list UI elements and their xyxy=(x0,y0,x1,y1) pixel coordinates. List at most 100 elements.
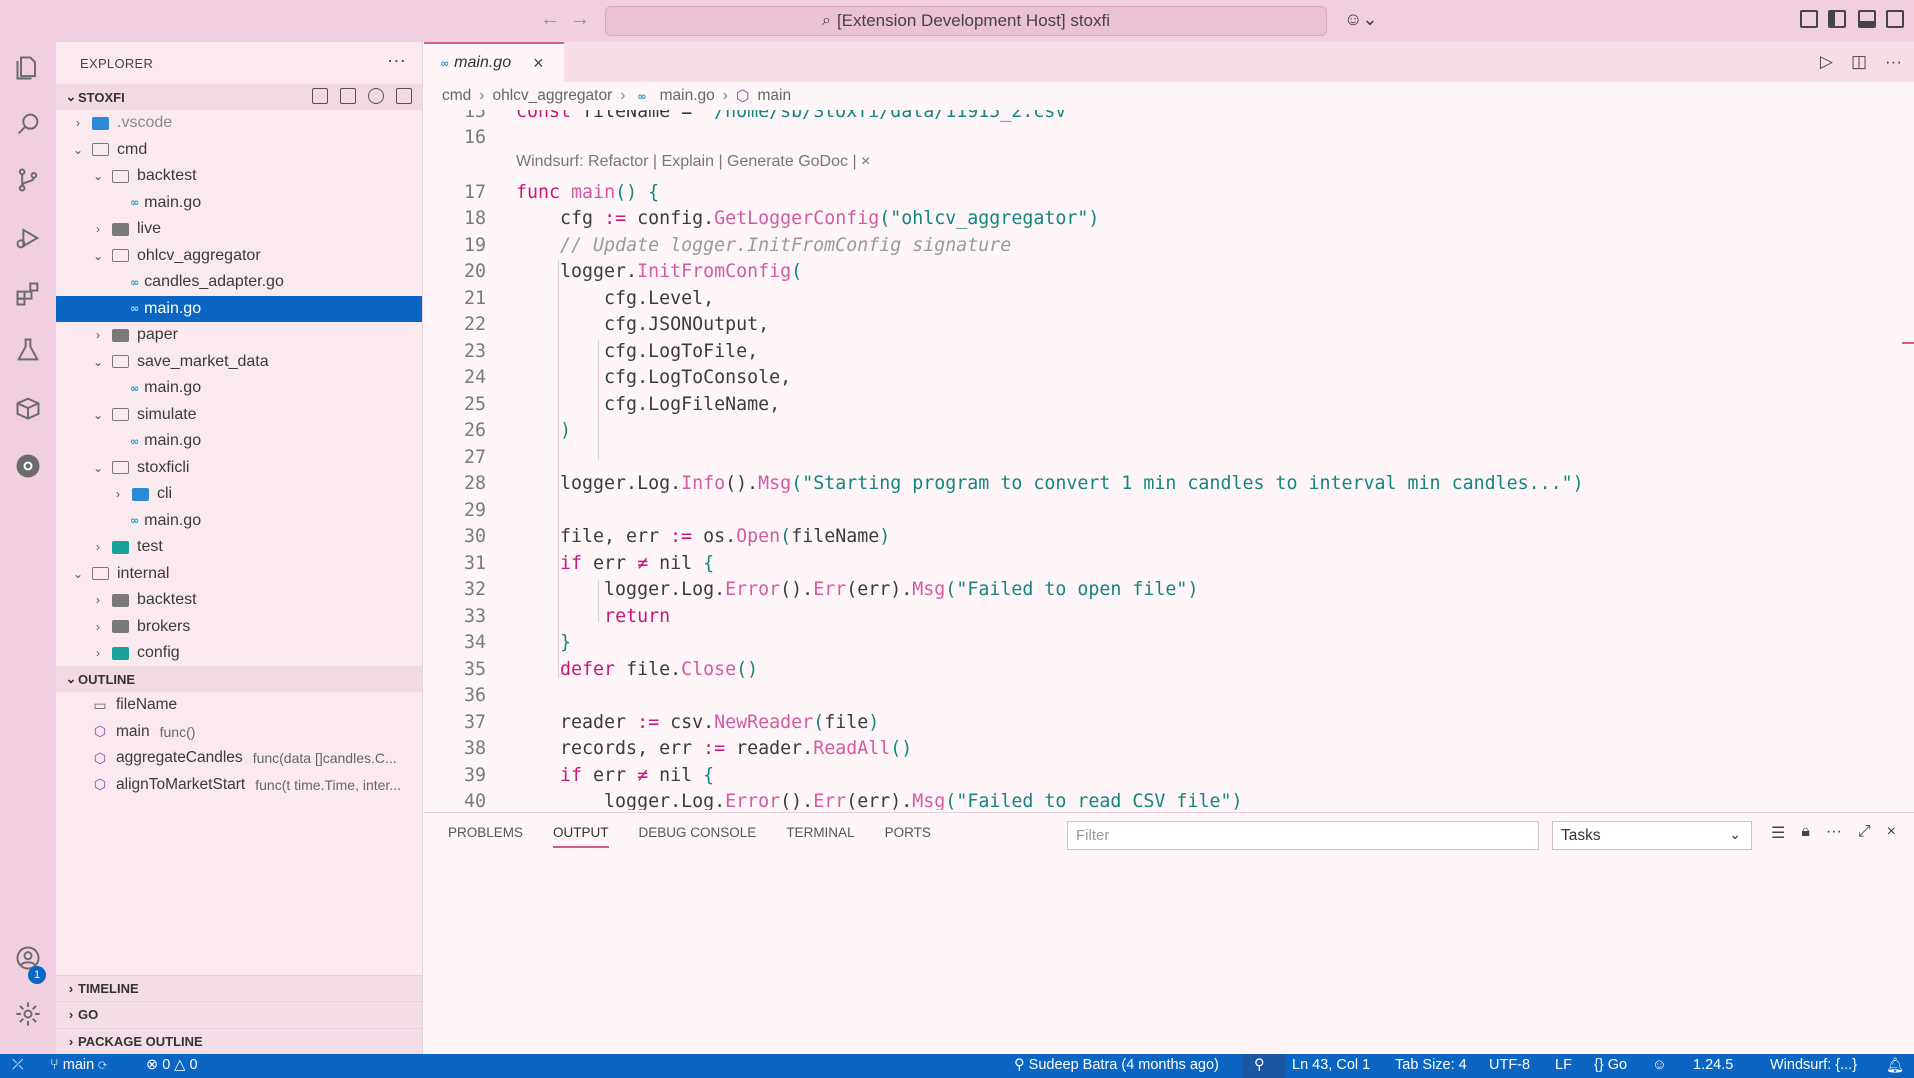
tab-main-go[interactable]: ∞ main.go × xyxy=(424,42,564,82)
search-icon[interactable] xyxy=(12,108,44,140)
split-editor-icon[interactable]: ◫ xyxy=(1851,52,1867,72)
folder-item[interactable]: › config xyxy=(56,640,422,666)
line-number: 19 xyxy=(463,234,486,256)
back-arrow-icon[interactable]: ← xyxy=(540,8,560,31)
go-version[interactable]: 1.24.5 xyxy=(1693,1057,1733,1073)
collapsed-section-header[interactable]: › PACKAGE OUTLINE xyxy=(56,1027,422,1054)
cursor-position[interactable]: Ln 43, Col 1 xyxy=(1292,1057,1370,1073)
clear-output-icon[interactable]: ☰ xyxy=(1771,823,1785,843)
line-number: 21 xyxy=(463,287,486,309)
folder-item[interactable]: › cli xyxy=(56,481,422,508)
lock-scroll-icon[interactable]: 🔒︎ xyxy=(1801,823,1810,843)
more-actions-icon[interactable]: ··· xyxy=(387,50,406,71)
command-center-search[interactable]: ⌕ [Extension Development Host] stoxfi xyxy=(605,6,1327,36)
toggle-primary-sidebar-icon[interactable] xyxy=(1828,10,1846,28)
language-mode[interactable]: {} Go xyxy=(1594,1057,1627,1073)
folder-item[interactable]: ⌄ cmd xyxy=(56,137,422,164)
copilot-icon[interactable]: ☺⌄ xyxy=(1344,9,1377,30)
copilot-status-icon[interactable]: ☺ xyxy=(1652,1057,1667,1073)
panel-tab-problems[interactable]: PROBLEMS xyxy=(448,817,523,848)
workspace-section-header[interactable]: ⌄ STOXFI xyxy=(56,84,422,110)
close-icon[interactable]: × xyxy=(533,53,544,74)
customize-layout-icon[interactable] xyxy=(1800,10,1818,28)
folder-item[interactable]: ⌄ internal xyxy=(56,561,422,588)
panel-tab-debug-console[interactable]: DEBUG CONSOLE xyxy=(639,817,757,848)
outline-item[interactable]: ⬡ aggregateCandles func(data []candles.C..… xyxy=(56,745,422,772)
collapsed-section-header[interactable]: › TIMELINE xyxy=(56,974,422,1001)
folder-item[interactable]: › live xyxy=(56,216,422,243)
folder-item[interactable]: ⌄ simulate xyxy=(56,402,422,429)
breadcrumb: cmd › ohlcv_aggregator › ∞ main.go › ⬡ m… xyxy=(424,82,1914,110)
zoom-icon[interactable]: ⚲ xyxy=(1254,1057,1265,1073)
file-item[interactable]: ∞ candles_adapter.go xyxy=(56,269,422,296)
folder-item[interactable]: › .vscode xyxy=(56,110,422,137)
settings-gear-icon[interactable] xyxy=(12,998,44,1030)
containers-icon[interactable] xyxy=(12,392,44,424)
refresh-icon[interactable] xyxy=(368,88,384,104)
panel-tab-terminal[interactable]: TERMINAL xyxy=(786,817,854,848)
new-folder-icon[interactable] xyxy=(340,88,356,104)
tree-item-label: main.go xyxy=(144,511,202,529)
branch-status[interactable]: ⑂ main ⟳ xyxy=(50,1057,107,1073)
testing-icon[interactable] xyxy=(12,334,44,366)
more-actions-icon[interactable]: ··· xyxy=(1826,823,1842,843)
tab-size[interactable]: Tab Size: 4 xyxy=(1395,1057,1467,1073)
indent-guide xyxy=(598,580,599,622)
breadcrumb-item[interactable]: cmd xyxy=(442,87,471,105)
outline-item[interactable]: ▭ fileName xyxy=(56,692,422,719)
file-item[interactable]: ∞ main.go xyxy=(56,190,422,217)
encoding[interactable]: UTF-8 xyxy=(1489,1057,1530,1073)
folder-item[interactable]: ⌄ stoxficli xyxy=(56,455,422,482)
windsurf-status[interactable]: Windsurf: {...} xyxy=(1770,1057,1857,1073)
extensions-icon[interactable] xyxy=(12,278,44,310)
more-actions-icon[interactable]: ··· xyxy=(1885,52,1902,72)
run-icon[interactable]: ▷ xyxy=(1820,52,1833,72)
kubernetes-icon[interactable] xyxy=(12,450,44,482)
problems-status[interactable]: ⊗ 0 △ 0 xyxy=(146,1057,198,1073)
folder-item[interactable]: ⌄ ohlcv_aggregator xyxy=(56,243,422,270)
breadcrumb-item[interactable]: main xyxy=(757,87,791,105)
run-debug-icon[interactable] xyxy=(12,222,44,254)
file-item[interactable]: ∞ main.go xyxy=(56,428,422,455)
outline-section-header[interactable]: ⌄ OUTLINE xyxy=(56,666,422,692)
code-editor[interactable]: 15 const fileName = "/home/sb/Stoxfi/data… xyxy=(424,110,1914,810)
folder-item[interactable]: ⌄ backtest xyxy=(56,163,422,190)
notifications-icon[interactable]: 🔔︎ xyxy=(1886,1057,1904,1074)
collapsed-section-header[interactable]: › GO xyxy=(56,1001,422,1028)
line-ending[interactable]: LF xyxy=(1555,1057,1572,1073)
file-item[interactable]: ∞ main.go xyxy=(56,508,422,535)
panel-tab-output[interactable]: OUTPUT xyxy=(553,817,609,848)
code-text: cfg.Level, xyxy=(516,287,715,309)
new-file-icon[interactable] xyxy=(312,88,328,104)
collapse-all-icon[interactable] xyxy=(396,88,412,104)
close-panel-icon[interactable]: × xyxy=(1887,823,1896,843)
section-title: PACKAGE OUTLINE xyxy=(78,1033,203,1049)
panel-tab-ports[interactable]: PORTS xyxy=(885,817,931,848)
remote-icon[interactable]: ⤫ xyxy=(12,1057,24,1073)
file-item[interactable]: ∞ main.go xyxy=(56,295,422,322)
outline-item[interactable]: ⬡ main func() xyxy=(56,719,422,746)
outline-item[interactable]: ⬡ alignToMarketStart func(t time.Time, int… xyxy=(56,772,422,799)
go-file-icon: ∞ xyxy=(440,56,449,70)
code-text: return xyxy=(604,605,671,627)
explorer-icon[interactable] xyxy=(12,52,44,84)
source-control-icon[interactable] xyxy=(12,164,44,196)
breadcrumb-item[interactable]: main.go xyxy=(660,87,715,105)
folder-item[interactable]: ⌄ save_market_data xyxy=(56,349,422,376)
toggle-secondary-sidebar-icon[interactable] xyxy=(1886,10,1904,28)
folder-item[interactable]: › backtest xyxy=(56,587,422,614)
codelens-actions[interactable]: Windsurf: Refactor | Explain | Generate … xyxy=(516,153,870,171)
file-item[interactable]: ∞ main.go xyxy=(56,375,422,402)
forward-arrow-icon[interactable]: → xyxy=(570,8,590,31)
folder-item[interactable]: › test xyxy=(56,534,422,561)
chevron-down-icon: ⌄ xyxy=(1729,826,1741,842)
toggle-panel-icon[interactable] xyxy=(1858,10,1876,28)
folder-item[interactable]: › paper xyxy=(56,322,422,349)
folder-item[interactable]: › brokers xyxy=(56,614,422,641)
outline-list: ▭ fileName ⬡ main func() ⬡ aggregateCandles fun… xyxy=(56,692,422,798)
maximize-panel-icon[interactable]: ⤢ xyxy=(1858,823,1871,843)
output-channel-select[interactable]: Tasks ⌄ xyxy=(1552,821,1752,850)
breadcrumb-item[interactable]: ohlcv_aggregator xyxy=(492,87,612,105)
output-filter-input[interactable]: Filter xyxy=(1067,821,1539,850)
git-blame-status[interactable]: ⚲ Sudeep Batra (4 months ago) xyxy=(1014,1057,1219,1073)
